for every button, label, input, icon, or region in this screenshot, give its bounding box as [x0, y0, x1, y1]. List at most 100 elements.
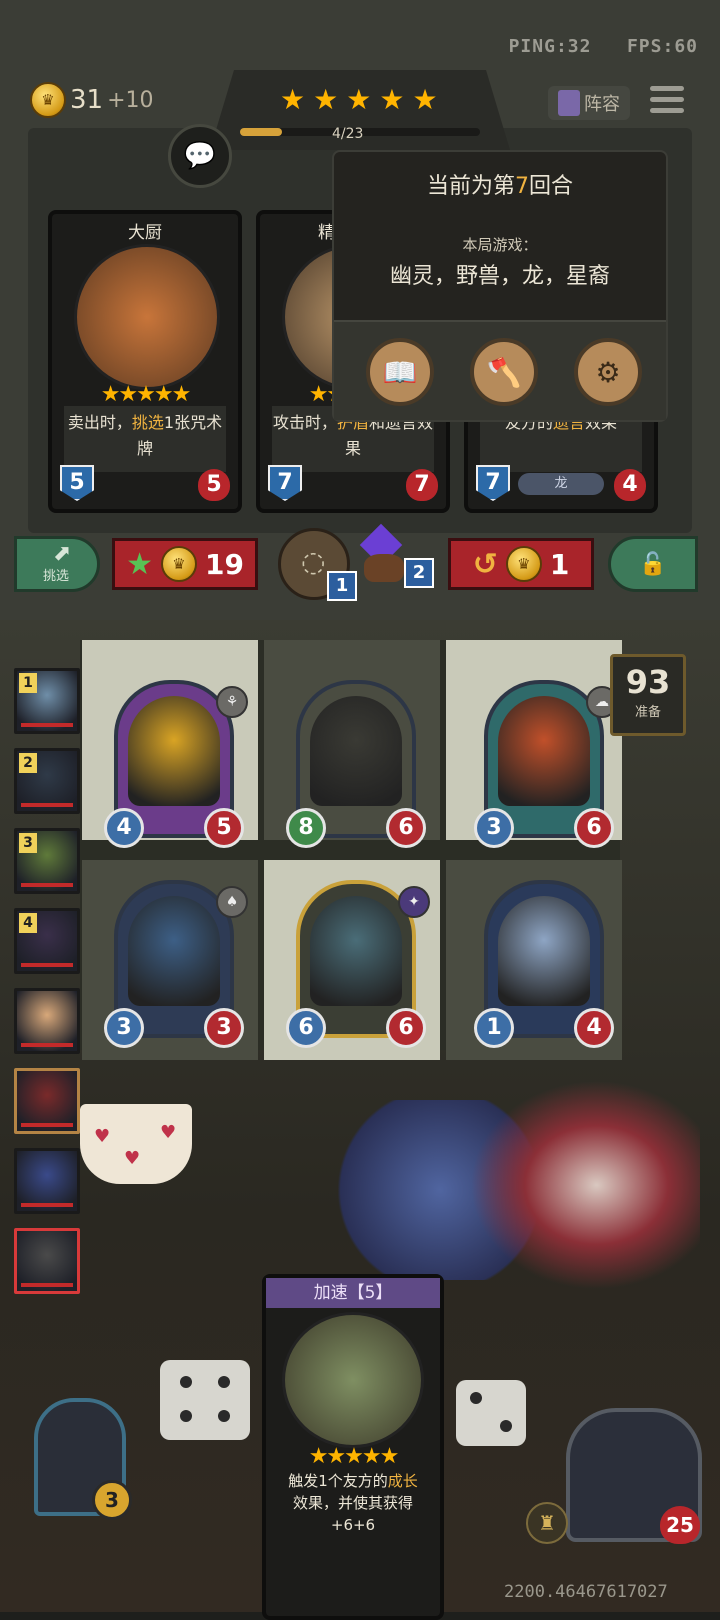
- player-health-bar: [21, 1203, 73, 1207]
- gear-icon: ⚙: [595, 355, 621, 389]
- minion-attack: 1: [474, 1008, 514, 1048]
- pick-label: 挑选: [43, 569, 70, 584]
- upgrade-cost: 19: [204, 547, 244, 581]
- gold-display: ♛ 31 +10: [30, 82, 154, 118]
- board-minion[interactable]: 14: [474, 880, 614, 1048]
- game-tribes: 幽灵，野兽，龙，星裔: [389, 264, 610, 289]
- player-health-bar: [21, 963, 73, 967]
- pick-button[interactable]: ⬈ 挑选: [14, 536, 100, 592]
- inventory-gem-slot[interactable]: 2: [359, 523, 434, 588]
- desc-keyword: 挑选: [131, 413, 164, 432]
- desc-text: 攻击时，: [272, 413, 337, 432]
- round-text: 当前为第7回合: [334, 168, 666, 200]
- surrender-button[interactable]: 🪓: [470, 338, 538, 406]
- lock-shop-button[interactable]: 🔓: [608, 536, 698, 592]
- bag-icon: [364, 554, 404, 582]
- player-avatar[interactable]: [14, 1148, 80, 1214]
- xp-bar-fill: [240, 128, 282, 136]
- minion-health: 6: [386, 1008, 426, 1048]
- upgrade-tavern-button[interactable]: ★ ♛ 19: [112, 538, 258, 590]
- beast-icon: ⚘: [216, 686, 248, 718]
- desc-text: 效果，并使其获得: [292, 1494, 413, 1512]
- coin-icon: ♛: [160, 546, 197, 582]
- spell-description: 触发1个友方的成长 效果，并使其获得 +6+6: [274, 1470, 432, 1536]
- minion-health: 4: [574, 1008, 614, 1048]
- player-avatar[interactable]: [14, 988, 80, 1054]
- attack-badge: 7: [476, 465, 510, 501]
- dragon-icon: ♠: [216, 886, 248, 918]
- card-stars: ★★★★★: [100, 382, 192, 407]
- player-health-bar: [21, 1283, 73, 1287]
- hero-power-icon: ♜: [538, 1511, 556, 1535]
- codex-button[interactable]: 📖: [366, 338, 434, 406]
- player-hero[interactable]: 25: [566, 1408, 702, 1544]
- player-rank: 1: [19, 673, 37, 693]
- player-avatar[interactable]: 4: [14, 908, 80, 974]
- spell-title: 加速【5】: [266, 1278, 440, 1308]
- minion-health: 6: [574, 808, 614, 848]
- dice-decoration: [456, 1380, 526, 1446]
- health-badge: 5: [198, 469, 230, 501]
- tavern-stars: ★ ★ ★ ★ ★: [280, 86, 438, 114]
- game-label: 本局游戏：: [462, 236, 538, 254]
- menu-button[interactable]: [650, 86, 684, 120]
- attack-badge: 7: [268, 465, 302, 501]
- ready-counter: 93 准备: [610, 654, 686, 736]
- xp-text: 4/23: [332, 126, 364, 142]
- settings-button[interactable]: ⚙: [574, 338, 642, 406]
- chat-button[interactable]: 💬: [168, 124, 232, 188]
- minion-portrait: [128, 896, 220, 1006]
- minion-attack: 3: [474, 808, 514, 848]
- minion-attack: 6: [286, 1008, 326, 1048]
- board-minion[interactable]: 86: [286, 680, 426, 848]
- coin-icon: ♛: [30, 82, 66, 118]
- player-avatar[interactable]: [14, 1068, 80, 1134]
- axe-icon: 🪓: [486, 355, 522, 389]
- hero-power-button[interactable]: ♜: [526, 1502, 568, 1544]
- hand-spell-card[interactable]: 加速【5】 ★★★★★ 触发1个友方的成长 效果，并使其获得 +6+6: [262, 1274, 444, 1620]
- gold-amount: 31: [70, 85, 104, 115]
- lineup-label: 阵容: [584, 94, 620, 115]
- ready-label: 准备: [634, 705, 661, 720]
- opponent-hero[interactable]: 3: [34, 1398, 132, 1520]
- desc-keyword: 成长: [387, 1472, 418, 1490]
- player-health-bar: [21, 1043, 73, 1047]
- coordinate-readout: 2200.46467617027: [504, 1582, 668, 1602]
- dice-decoration: [160, 1360, 250, 1440]
- health-badge: 4: [614, 469, 646, 501]
- round-info-popover: 当前为第7回合 本局游戏： 幽灵，野兽，龙，星裔 📖 🪓 ⚙: [332, 150, 668, 422]
- spell-stars: ★★★★★: [308, 1444, 400, 1469]
- heart-icon: ♥: [94, 1126, 111, 1147]
- teacup-decoration: ♥ ♥ ♥: [80, 1104, 192, 1184]
- inventory-item-slot[interactable]: ◌ 1: [278, 528, 357, 601]
- player-avatar[interactable]: [14, 1228, 80, 1294]
- star-icon: ★: [346, 83, 372, 116]
- minion-attack: 3: [104, 1008, 144, 1048]
- item-count: 1: [327, 571, 357, 601]
- minion-health: 3: [204, 1008, 244, 1048]
- refresh-button[interactable]: ↺ ♛ 1: [448, 538, 594, 590]
- desc-text: 卖出时，: [67, 413, 132, 432]
- star-icon: ★: [379, 83, 405, 116]
- player-avatar[interactable]: 1: [14, 668, 80, 734]
- fps-label: FPS:60: [626, 36, 698, 57]
- player-avatar[interactable]: 3: [14, 828, 80, 894]
- chat-bubble-icon: 💬: [183, 141, 217, 171]
- board-minion[interactable]: 3 6 ☁: [474, 680, 618, 848]
- arrow-icon: ⬈: [53, 541, 72, 566]
- lineup-button[interactable]: 阵容: [548, 86, 630, 120]
- board-minion[interactable]: 3 3 ♠: [104, 880, 248, 1048]
- minion-health: 6: [386, 808, 426, 848]
- shop-card[interactable]: 大厨 ★★★★★ 卖出时，挑选1张咒术牌 5 5: [48, 210, 242, 513]
- ping-label: PING:32: [508, 36, 592, 57]
- hero-figure: [470, 1080, 700, 1290]
- round-number: 7: [515, 174, 529, 199]
- menu-line: [650, 86, 684, 91]
- board-minion[interactable]: 6 6 ✦: [286, 880, 430, 1048]
- minion-portrait: [310, 696, 402, 806]
- minion-portrait: [498, 696, 590, 806]
- coin-icon: ♛: [505, 546, 542, 582]
- player-health-bar: [21, 883, 73, 887]
- board-minion[interactable]: 4 5 ⚘: [104, 680, 248, 848]
- player-avatar[interactable]: 2: [14, 748, 80, 814]
